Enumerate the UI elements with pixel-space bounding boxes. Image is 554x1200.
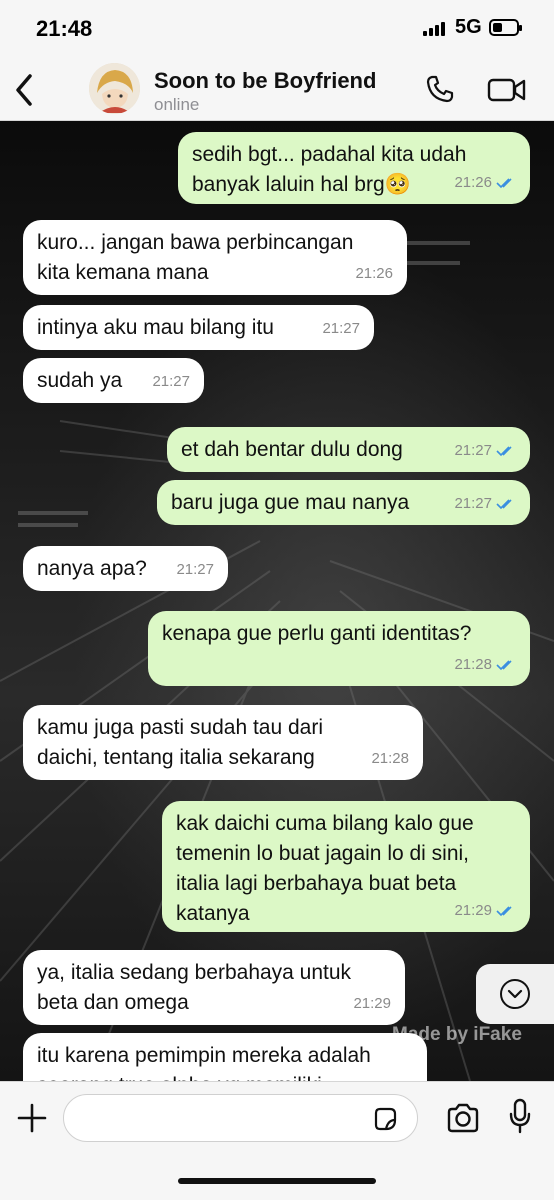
message-text: sedih bgt... padahal kita udah banyak la… (192, 143, 467, 196)
message-meta: 21:28 (454, 650, 516, 680)
message-time: 21:27 (152, 373, 190, 390)
scroll-to-bottom-button[interactable] (476, 964, 554, 1024)
message-bubble-outgoing[interactable]: sedih bgt... padahal kita udah banyak la… (178, 132, 530, 204)
message-bubble-incoming[interactable]: itu karena pemimpin mereka adalah seoran… (23, 1033, 427, 1081)
message-time: 21:27 (454, 495, 492, 512)
message-time: 21:29 (353, 995, 391, 1012)
phone-icon[interactable] (425, 74, 455, 104)
camera-icon[interactable] (446, 1102, 480, 1134)
message-meta: 21:27 (454, 436, 516, 466)
message-time: 21:26 (454, 174, 492, 191)
chevron-down-icon (500, 979, 530, 1009)
message-meta: 21:29 (353, 989, 391, 1019)
message-text: kamu juga pasti sudah tau dari daichi, t… (37, 716, 324, 769)
plus-icon[interactable] (16, 1102, 48, 1134)
message-meta: 21:27 (152, 367, 190, 397)
message-text: nanya apa? (37, 557, 147, 580)
message-text: kenapa gue perlu ganti identitas? (162, 622, 472, 645)
message-bubble-incoming[interactable]: ya, italia sedang berbahaya untuk beta d… (23, 950, 405, 1025)
read-ticks-icon (496, 446, 512, 457)
message-bubble-incoming[interactable]: kamu juga pasti sudah tau dari daichi, t… (23, 705, 423, 780)
message-meta: 21:27 (176, 555, 214, 585)
message-time: 21:28 (454, 656, 492, 673)
network-type: 5G (455, 16, 482, 38)
home-indicator (178, 1178, 376, 1184)
message-meta: 21:26 (355, 259, 393, 289)
message-time: 21:26 (355, 265, 393, 282)
message-text: sudah ya (37, 369, 123, 392)
message-meta: 21:27 (454, 489, 516, 519)
message-bubble-outgoing[interactable]: baru juga gue mau nanya 21:27 (157, 480, 530, 525)
read-ticks-icon (496, 660, 512, 671)
message-bubble-incoming[interactable]: kuro... jangan bawa perbincangan kita ke… (23, 220, 407, 295)
message-time: 21:27 (322, 320, 360, 337)
message-text: kak daichi cuma bilang kalo gue temenin … (176, 812, 474, 925)
message-text: itu karena pemimpin mereka adalah seoran… (37, 1044, 371, 1081)
read-ticks-icon (496, 499, 512, 510)
watermark: Made by iFake (392, 1024, 522, 1045)
message-bubble-outgoing[interactable]: kak daichi cuma bilang kalo gue temenin … (162, 801, 530, 932)
message-time: 21:28 (371, 750, 409, 767)
video-camera-icon[interactable] (487, 76, 527, 104)
message-meta: 21:26 (454, 168, 516, 198)
signal-icon (423, 22, 445, 36)
message-text: kuro... jangan bawa perbincangan kita ke… (37, 231, 354, 284)
message-bubble-outgoing[interactable]: kenapa gue perlu ganti identitas? 21:28 (148, 611, 530, 686)
message-meta: 21:29 (454, 896, 516, 926)
message-time: 21:27 (176, 561, 214, 578)
message-bubble-outgoing[interactable]: et dah bentar dulu dong 21:27 (167, 427, 530, 472)
message-text: baru juga gue mau nanya (171, 491, 410, 514)
message-input[interactable] (63, 1094, 418, 1142)
message-text: et dah bentar dulu dong (181, 438, 403, 461)
message-text: ya, italia sedang berbahaya untuk beta d… (37, 961, 352, 1014)
avatar[interactable] (89, 63, 140, 114)
top-bar: 21:48 5G Soon to be Boyfriend online (0, 0, 554, 121)
message-meta: 21:27 (322, 314, 360, 344)
back-chevron-icon[interactable] (12, 72, 36, 108)
contact-name[interactable]: Soon to be Boyfriend (154, 68, 376, 94)
message-time: 21:29 (454, 902, 492, 919)
message-text: intinya aku mau bilang itu (37, 316, 274, 339)
message-bubble-incoming[interactable]: intinya aku mau bilang itu 21:27 (23, 305, 374, 350)
message-bubble-incoming[interactable]: sudah ya 21:27 (23, 358, 204, 403)
message-meta: 21:28 (371, 744, 409, 774)
contact-status: online (154, 95, 200, 114)
sticker-icon[interactable] (372, 1106, 398, 1132)
read-ticks-icon (496, 178, 512, 189)
chat-area[interactable]: sedih bgt... padahal kita udah banyak la… (0, 121, 554, 1081)
message-time: 21:27 (454, 442, 492, 459)
battery-icon (489, 19, 522, 36)
status-time: 21:48 (36, 16, 93, 41)
microphone-icon[interactable] (508, 1098, 532, 1134)
read-ticks-icon (496, 906, 512, 917)
message-bubble-incoming[interactable]: nanya apa? 21:27 (23, 546, 228, 591)
